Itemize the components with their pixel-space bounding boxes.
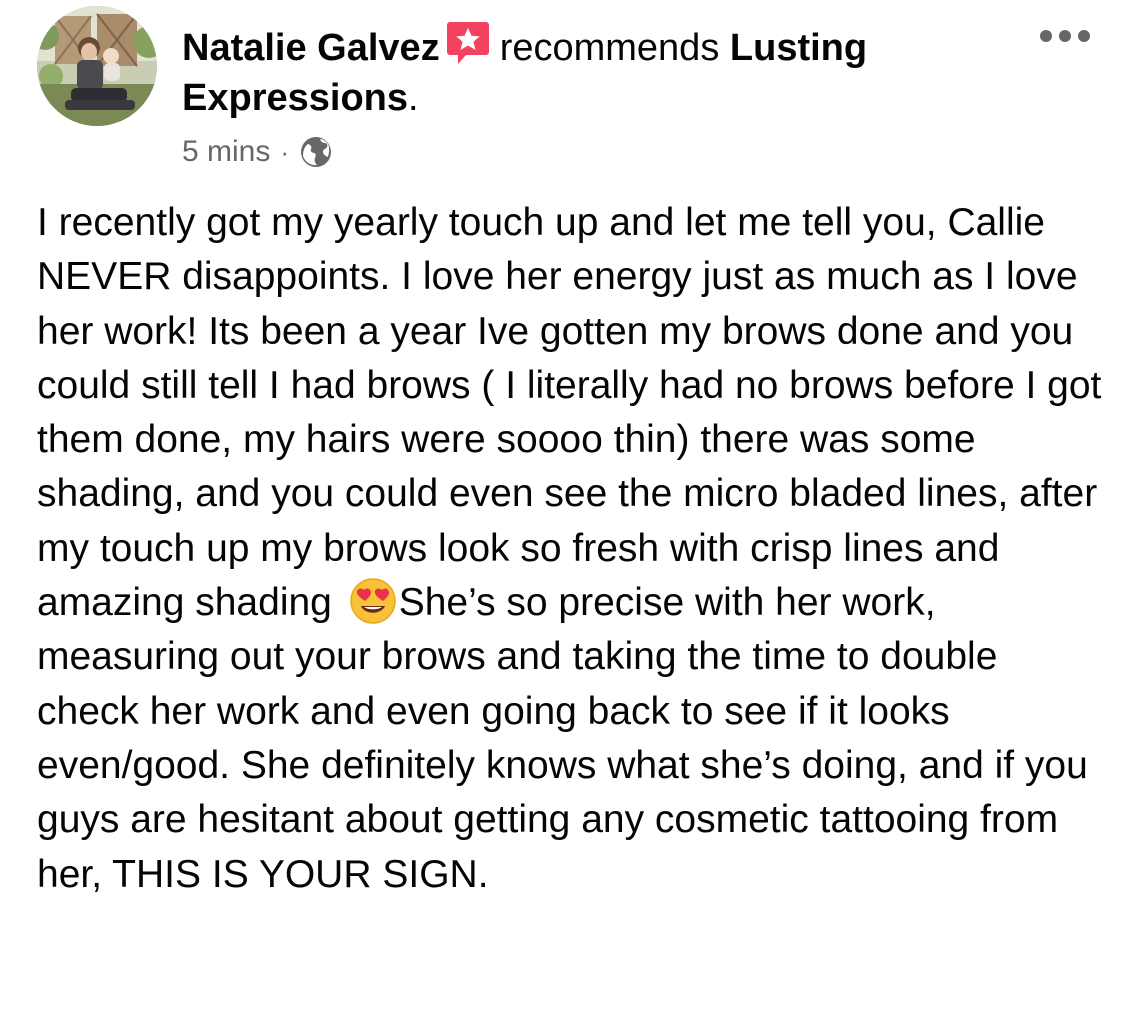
more-options-dot [1078,30,1090,42]
review-text: I recently got my yearly touch up and le… [37,196,1107,902]
post-meta: 5 mins · [182,132,333,172]
page-name-part1[interactable]: Lusting [730,27,867,69]
more-options-dot [1059,30,1071,42]
profile-photo [37,6,157,126]
timestamp[interactable]: 5 mins [182,132,270,172]
recommend-star-icon [446,22,489,64]
post-header: Natalie Galvez recommends Lusting Express… [182,20,1002,123]
headline-period: . [408,77,419,119]
heart-eyes-emoji [349,578,396,624]
headline: Natalie Galvez recommends Lusting Express… [182,20,1002,123]
recommendation-post: Natalie Galvez recommends Lusting Express… [0,0,1125,1036]
avatar[interactable] [37,6,157,126]
review-text-part2: She’s so precise with her work, measurin… [37,581,1088,896]
globe-icon[interactable] [299,135,333,169]
page-name-part2[interactable]: Expressions [182,77,408,119]
review-text-part1: I recently got my yearly touch up and le… [37,201,1102,625]
recommends-label: recommends [499,27,720,69]
more-options-button[interactable] [1040,24,1090,48]
meta-separator: · [280,137,290,167]
author-name[interactable]: Natalie Galvez [182,27,440,69]
more-options-icon [1040,30,1052,42]
